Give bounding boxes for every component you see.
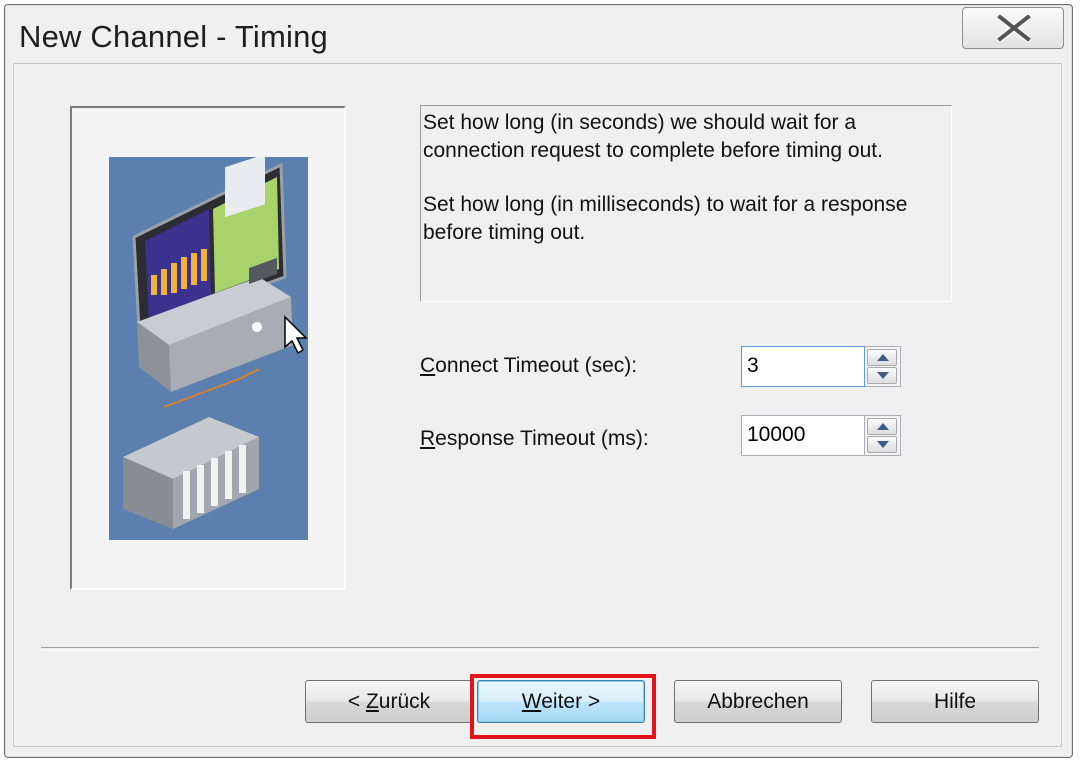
connect-timeout-label-mnemonic: C — [420, 354, 436, 377]
wizard-illustration — [109, 154, 308, 540]
response-timeout-spin-buttons — [865, 415, 901, 456]
help-button[interactable]: Hilfe — [871, 680, 1039, 723]
arrow-up-icon — [877, 354, 889, 361]
computer-plc-illustration-icon — [123, 154, 308, 529]
connect-timeout-stepper[interactable]: 3 — [741, 346, 901, 387]
connect-timeout-spin-buttons — [865, 346, 901, 387]
arrow-down-icon — [877, 372, 889, 379]
connect-timeout-label-text: onnect Timeout (sec): — [435, 354, 638, 377]
close-icon — [997, 15, 1031, 41]
back-button-mnemonic: Z — [365, 690, 379, 713]
description-response: Set how long (in milliseconds) to wait f… — [423, 193, 908, 244]
back-button[interactable]: < Zurück — [305, 680, 473, 723]
connect-timeout-input[interactable]: 3 — [741, 346, 865, 387]
close-button[interactable] — [962, 7, 1064, 49]
connect-timeout-decrement-button[interactable] — [867, 367, 897, 384]
cancel-button[interactable]: Abbrechen — [674, 680, 842, 723]
response-timeout-decrement-button[interactable] — [867, 436, 897, 453]
response-timeout-increment-button[interactable] — [867, 418, 897, 435]
connect-timeout-label: Connect Timeout (sec): — [420, 354, 637, 378]
response-timeout-stepper[interactable]: 10000 — [741, 415, 901, 456]
wizard-image-frame — [70, 106, 346, 590]
button-separator — [41, 647, 1039, 651]
connect-timeout-increment-button[interactable] — [867, 349, 897, 366]
back-button-prefix: < — [347, 690, 366, 713]
window-title: New Channel - Timing — [19, 19, 328, 54]
response-timeout-label-text: esponse Timeout (ms): — [435, 427, 649, 450]
arrow-down-icon — [877, 441, 889, 448]
arrow-up-icon — [877, 423, 889, 430]
description-box: Set how long (in seconds) we should wait… — [420, 105, 952, 302]
response-timeout-label: Response Timeout (ms): — [420, 427, 649, 451]
response-timeout-input[interactable]: 10000 — [741, 415, 865, 456]
response-timeout-label-mnemonic: R — [420, 427, 436, 450]
description-connect: Set how long (in seconds) we should wait… — [423, 111, 883, 162]
dialog-window: New Channel - Timing Set how long (in se… — [4, 4, 1073, 758]
back-button-label: urück — [378, 690, 431, 713]
next-button-highlight — [470, 674, 656, 739]
